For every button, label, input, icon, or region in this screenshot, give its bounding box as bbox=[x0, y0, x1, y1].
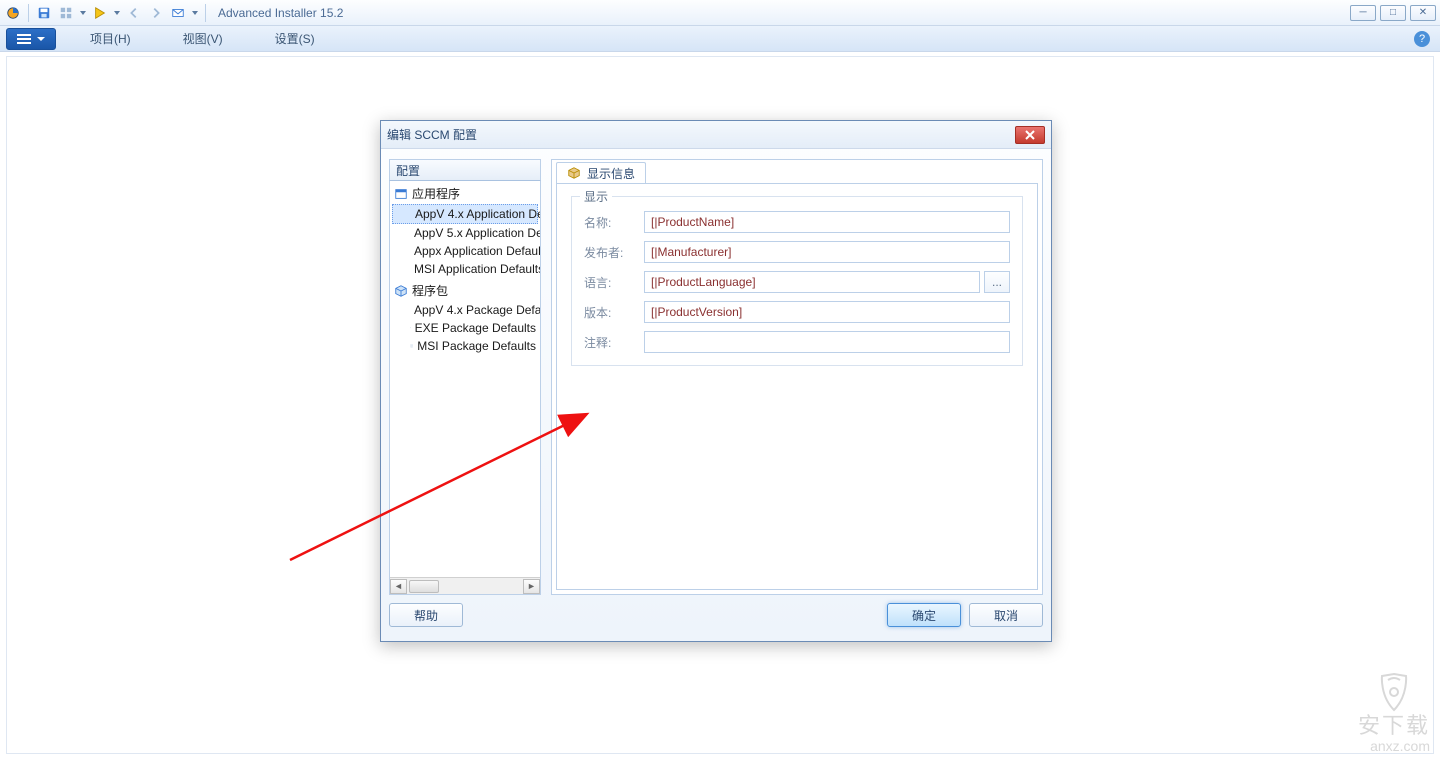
hamburger-icon bbox=[17, 34, 31, 44]
menu-view[interactable]: 视图(V) bbox=[157, 30, 249, 47]
tree-item-label: EXE Package Defaults bbox=[415, 321, 536, 335]
mail-icon[interactable] bbox=[169, 4, 187, 22]
tab-content: 显示 名称: 发布者: 语言: ... bbox=[556, 183, 1038, 590]
field-label-name: 名称: bbox=[584, 214, 644, 231]
field-row-language: 语言: ... bbox=[584, 271, 1010, 293]
dialog-title: 编辑 SCCM 配置 bbox=[387, 126, 477, 143]
qat-separator-2 bbox=[205, 4, 206, 22]
dialog-body: 配置 应用程序 AppV 4.x Application Defaults Ap… bbox=[389, 159, 1043, 595]
menu-settings[interactable]: 设置(S) bbox=[249, 30, 341, 47]
tree-item-label: MSI Application Defaults bbox=[414, 262, 541, 276]
tree-section-packages[interactable]: 程序包 bbox=[390, 278, 540, 301]
field-row-publisher: 发布者: bbox=[584, 241, 1010, 263]
back-icon[interactable] bbox=[125, 4, 143, 22]
run-icon[interactable] bbox=[91, 4, 109, 22]
window-controls: ─ □ ✕ bbox=[1350, 5, 1436, 21]
tree-item-msi-pkg[interactable]: MSI Package Defaults bbox=[390, 337, 540, 355]
tree-horizontal-scrollbar[interactable]: ◄ ► bbox=[390, 577, 540, 594]
tree-item-appv4-app[interactable]: AppV 4.x Application Defaults bbox=[392, 204, 538, 224]
comment-input[interactable] bbox=[644, 331, 1010, 353]
field-label-comment: 注释: bbox=[584, 334, 644, 351]
tree-item-label: AppV 5.x Application Defaults bbox=[414, 226, 541, 240]
qat-separator bbox=[28, 4, 29, 22]
menu-project[interactable]: 项目(H) bbox=[64, 30, 157, 47]
help-icon[interactable]: ? bbox=[1414, 31, 1430, 47]
run-dropdown-icon[interactable] bbox=[113, 4, 121, 22]
field-row-comment: 注释: bbox=[584, 331, 1010, 353]
tree-item-label: AppV 4.x Package Defaults bbox=[414, 303, 541, 317]
field-label-publisher: 发布者: bbox=[584, 244, 644, 261]
tree-item-label: MSI Package Defaults bbox=[417, 339, 536, 353]
dialog-titlebar: 编辑 SCCM 配置 bbox=[381, 121, 1051, 149]
help-button[interactable]: 帮助 bbox=[389, 603, 463, 627]
field-row-name: 名称: bbox=[584, 211, 1010, 233]
dialog-footer: 帮助 确定 取消 bbox=[389, 603, 1043, 631]
tab-label: 显示信息 bbox=[587, 165, 635, 182]
version-input[interactable] bbox=[644, 301, 1010, 323]
ok-button[interactable]: 确定 bbox=[887, 603, 961, 627]
tree-section-label: 应用程序 bbox=[412, 185, 460, 202]
quick-access-toolbar bbox=[4, 4, 208, 22]
forward-icon[interactable] bbox=[147, 4, 165, 22]
tree-item-label: AppV 4.x Application Defaults bbox=[415, 207, 541, 221]
tree-item-msi-app[interactable]: MSI Application Defaults bbox=[390, 260, 540, 278]
app-title: Advanced Installer 15.2 bbox=[218, 6, 343, 20]
qat-dropdown-icon[interactable] bbox=[79, 4, 87, 22]
options-icon[interactable] bbox=[57, 4, 75, 22]
group-legend: 显示 bbox=[580, 188, 612, 205]
tree-item-appv4-pkg[interactable]: AppV 4.x Package Defaults bbox=[390, 301, 540, 319]
publisher-input[interactable] bbox=[644, 241, 1010, 263]
field-label-version: 版本: bbox=[584, 304, 644, 321]
app-icon bbox=[4, 4, 22, 22]
language-browse-button[interactable]: ... bbox=[984, 271, 1010, 293]
maximize-button[interactable]: □ bbox=[1380, 5, 1406, 21]
field-row-version: 版本: bbox=[584, 301, 1010, 323]
tree-item-exe-pkg[interactable]: EXE Package Defaults bbox=[390, 319, 540, 337]
scroll-left-icon[interactable]: ◄ bbox=[390, 579, 407, 594]
field-label-language: 语言: bbox=[584, 274, 644, 291]
scroll-right-icon[interactable]: ► bbox=[523, 579, 540, 594]
menu-bar: 项目(H) 视图(V) 设置(S) ? bbox=[0, 26, 1440, 52]
mail-dropdown-icon[interactable] bbox=[191, 4, 199, 22]
dialog-close-button[interactable] bbox=[1015, 126, 1045, 144]
tree-item-label: Appx Application Defaults bbox=[414, 244, 541, 258]
config-tree: 应用程序 AppV 4.x Application Defaults AppV … bbox=[389, 181, 541, 595]
tab-strip: 显示信息 bbox=[556, 162, 646, 184]
close-button[interactable]: ✕ bbox=[1410, 5, 1436, 21]
display-group: 显示 名称: 发布者: 语言: ... bbox=[571, 196, 1023, 366]
config-tree-header: 配置 bbox=[389, 159, 541, 181]
detail-pane: 显示信息 显示 名称: 发布者: 语言: bbox=[551, 159, 1043, 595]
tree-item-appx-app[interactable]: Appx Application Defaults bbox=[390, 242, 540, 260]
tree-item-appv5-app[interactable]: AppV 5.x Application Defaults bbox=[390, 224, 540, 242]
sccm-dialog: 编辑 SCCM 配置 配置 应用程序 AppV 4.x Application … bbox=[380, 120, 1052, 642]
save-icon[interactable] bbox=[35, 4, 53, 22]
file-menu-button[interactable] bbox=[6, 28, 56, 50]
tab-display-info[interactable]: 显示信息 bbox=[556, 162, 646, 184]
tree-section-applications[interactable]: 应用程序 bbox=[390, 181, 540, 204]
minimize-button[interactable]: ─ bbox=[1350, 5, 1376, 21]
tree-section-label: 程序包 bbox=[412, 282, 448, 299]
cancel-button[interactable]: 取消 bbox=[969, 603, 1043, 627]
scroll-thumb[interactable] bbox=[409, 580, 439, 593]
title-bar: Advanced Installer 15.2 ─ □ ✕ bbox=[0, 0, 1440, 26]
language-input[interactable] bbox=[644, 271, 980, 293]
chevron-down-icon bbox=[37, 37, 45, 41]
name-input[interactable] bbox=[644, 211, 1010, 233]
config-tree-pane: 配置 应用程序 AppV 4.x Application Defaults Ap… bbox=[389, 159, 541, 595]
